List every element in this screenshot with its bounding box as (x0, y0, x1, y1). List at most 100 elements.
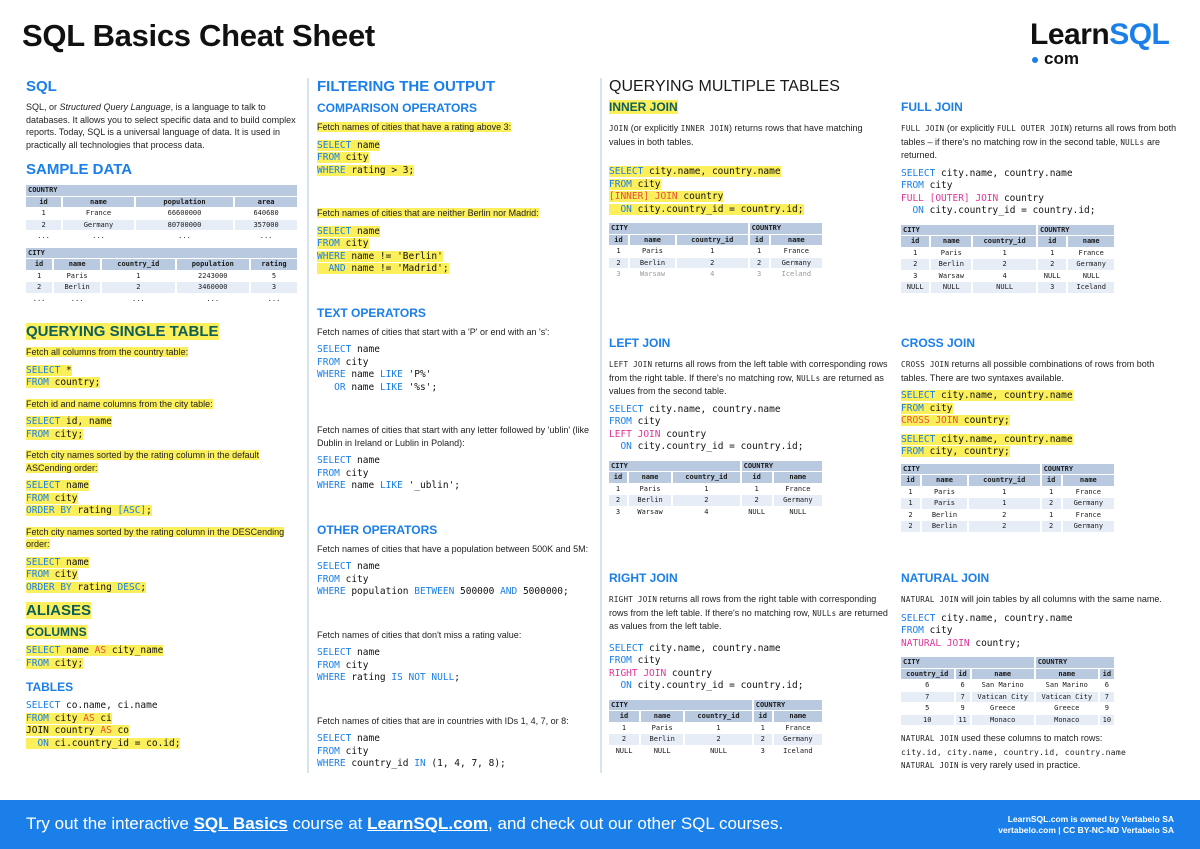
table-cell: NULL (973, 282, 1036, 293)
table-cell: 2 (676, 257, 748, 268)
column-header: id (753, 711, 772, 722)
table-cell: 1 (716, 723, 721, 732)
table-cell: NULL (748, 507, 766, 516)
table-cell: 1 (1049, 510, 1054, 519)
column-1: SQL SQL, or Structured Query Language, i… (26, 78, 301, 760)
table-cell: Germany (63, 219, 134, 230)
column-header: country_id (901, 668, 954, 679)
join-result-table: CITY COUNTRY id name country_id id name 1 Paris 1… (899, 224, 1116, 294)
table-name-row: CITY COUNTRY (901, 463, 1114, 474)
table-cell: ... (37, 232, 50, 241)
example-description: Fetch names of cities that have a popula… (317, 543, 589, 554)
table-cell: Germany (773, 734, 822, 745)
column-header: population (135, 196, 234, 207)
table-cell: 1 (1049, 487, 1054, 496)
table-cell: Germany (773, 495, 822, 506)
table-header-row: id name country_id id name (609, 711, 822, 722)
table-cell: ... (132, 294, 145, 303)
table-cell: Paris (639, 484, 661, 493)
table-cell: Berlin (54, 282, 101, 293)
table-cell: 1 (621, 723, 627, 732)
join-code: SELECT city.name, country.name FROM city… (901, 167, 1096, 217)
table-cell: 10 (1099, 714, 1114, 725)
table-cell: 2 (1041, 498, 1061, 509)
table-row: 2 Berlin 2 3460000 3 (26, 282, 297, 293)
join-heading: INNER JOIN (609, 100, 678, 114)
table-cell: France (783, 247, 809, 256)
table-cell: 2 (102, 282, 175, 293)
join-code: SELECT city.name, country.name FROM city… (901, 612, 1073, 649)
example-description: Fetch names of cities that are in countr… (317, 715, 569, 726)
table-cell: ... (206, 294, 220, 303)
table-cell: ... (178, 232, 191, 241)
join-description: CROSS JOIN returns all possible combinat… (901, 359, 1155, 383)
column-header: rating (250, 259, 297, 270)
cross-join-section: CROSS JOIN CROSS JOIN returns all possibl… (901, 336, 1181, 533)
column-header: name (770, 234, 822, 245)
join-result-table: CITY COUNTRY id name country_id id name 1 Paris 1… (899, 463, 1116, 533)
table-row: 2 Berlin 2 2 Germany (901, 259, 1114, 270)
column-header: country_id (673, 472, 740, 483)
table-cell: 1 (1002, 248, 1007, 257)
table-cell: ... (70, 294, 84, 303)
learnsql-link[interactable]: LearnSQL.com (367, 814, 488, 833)
text-operator-examples: Fetch names of cities that start with a … (317, 326, 595, 493)
table-cell: France (1078, 248, 1104, 257)
other-operator-examples: Fetch names of cities that have a popula… (317, 543, 595, 771)
subheading-comparison: COMPARISON OPERATORS (317, 101, 478, 115)
table-cell: 1 (1002, 487, 1007, 496)
learnsql-logo[interactable]: LearnSQL com (1030, 20, 1170, 68)
column-header: id (901, 236, 930, 247)
table-cell: Berlin (931, 259, 972, 270)
column-header: population (176, 259, 249, 270)
table-cell: Vatican City (1035, 691, 1098, 702)
table-row: NULL NULL NULL 3 Iceland (901, 282, 1114, 293)
sample-country-table: COUNTRY id name population area 1 France 666000… (24, 184, 299, 243)
sql-basics-link[interactable]: SQL Basics (194, 814, 288, 833)
table-cell: 2 (1002, 510, 1007, 519)
table-name-row: CITY COUNTRY (901, 224, 1114, 235)
table-cell: Paris (940, 248, 962, 257)
table-cell: ... (32, 294, 46, 303)
example-description: Fetch city names sorted by the rating co… (26, 450, 260, 473)
column-header: country_id (676, 234, 748, 245)
column-header: name (1035, 668, 1098, 679)
table-cell: 10 (901, 714, 954, 725)
table-cell: Paris (66, 271, 88, 280)
table-row: 2 Berlin 2 1 France (901, 510, 1114, 521)
table-cell: France (85, 209, 112, 218)
table-cell: Iceland (783, 746, 813, 755)
alias-columns-code: SELECT name AS city_name FROM city; (26, 645, 164, 669)
table-cell: 6 (960, 681, 965, 690)
example-code: SELECT name FROM city WHERE rating > 3; (317, 139, 415, 176)
join-heading: CROSS JOIN (901, 336, 976, 350)
left-join-section: LEFT JOIN LEFT JOIN returns all rows from… (609, 336, 889, 518)
table-cell: Iceland (1068, 282, 1114, 293)
column-header: area (235, 196, 297, 207)
table-cell: 2 (609, 257, 629, 268)
table-cell: 4 (1002, 271, 1007, 280)
table-cell: 1 (615, 484, 621, 493)
column-header: id (1038, 236, 1067, 247)
subheading-text-operators: TEXT OPERATORS (317, 305, 426, 320)
table-row: NULL NULL NULL 3 Iceland (609, 746, 822, 757)
table-cell: San Marino (1045, 681, 1088, 690)
column-header: name (63, 196, 134, 207)
right-join-section: RIGHT JOIN RIGHT JOIN returns all rows fr… (609, 571, 889, 757)
column-header: country_id (102, 259, 175, 270)
column-divider (307, 78, 309, 773)
table-cell: Monaco (1035, 714, 1098, 725)
column-header: id (955, 668, 970, 679)
table-cell: Warsaw (938, 271, 964, 280)
table-cell: Warsaw (639, 270, 666, 279)
column-header: id (609, 234, 629, 245)
table-row: 6 6 San Marino San Marino 6 (901, 680, 1114, 691)
table-cell: Paris (922, 498, 967, 509)
column-header: name (54, 259, 101, 270)
section-heading-multiple-tables: QUERYING MULTIPLE TABLES (609, 78, 840, 95)
column-header: id (749, 234, 769, 245)
table-cell: 6 (1104, 681, 1109, 690)
table-cell: France (785, 723, 811, 732)
table-header-row: id name country_id id name (901, 236, 1114, 247)
column-header: id (1041, 475, 1061, 486)
